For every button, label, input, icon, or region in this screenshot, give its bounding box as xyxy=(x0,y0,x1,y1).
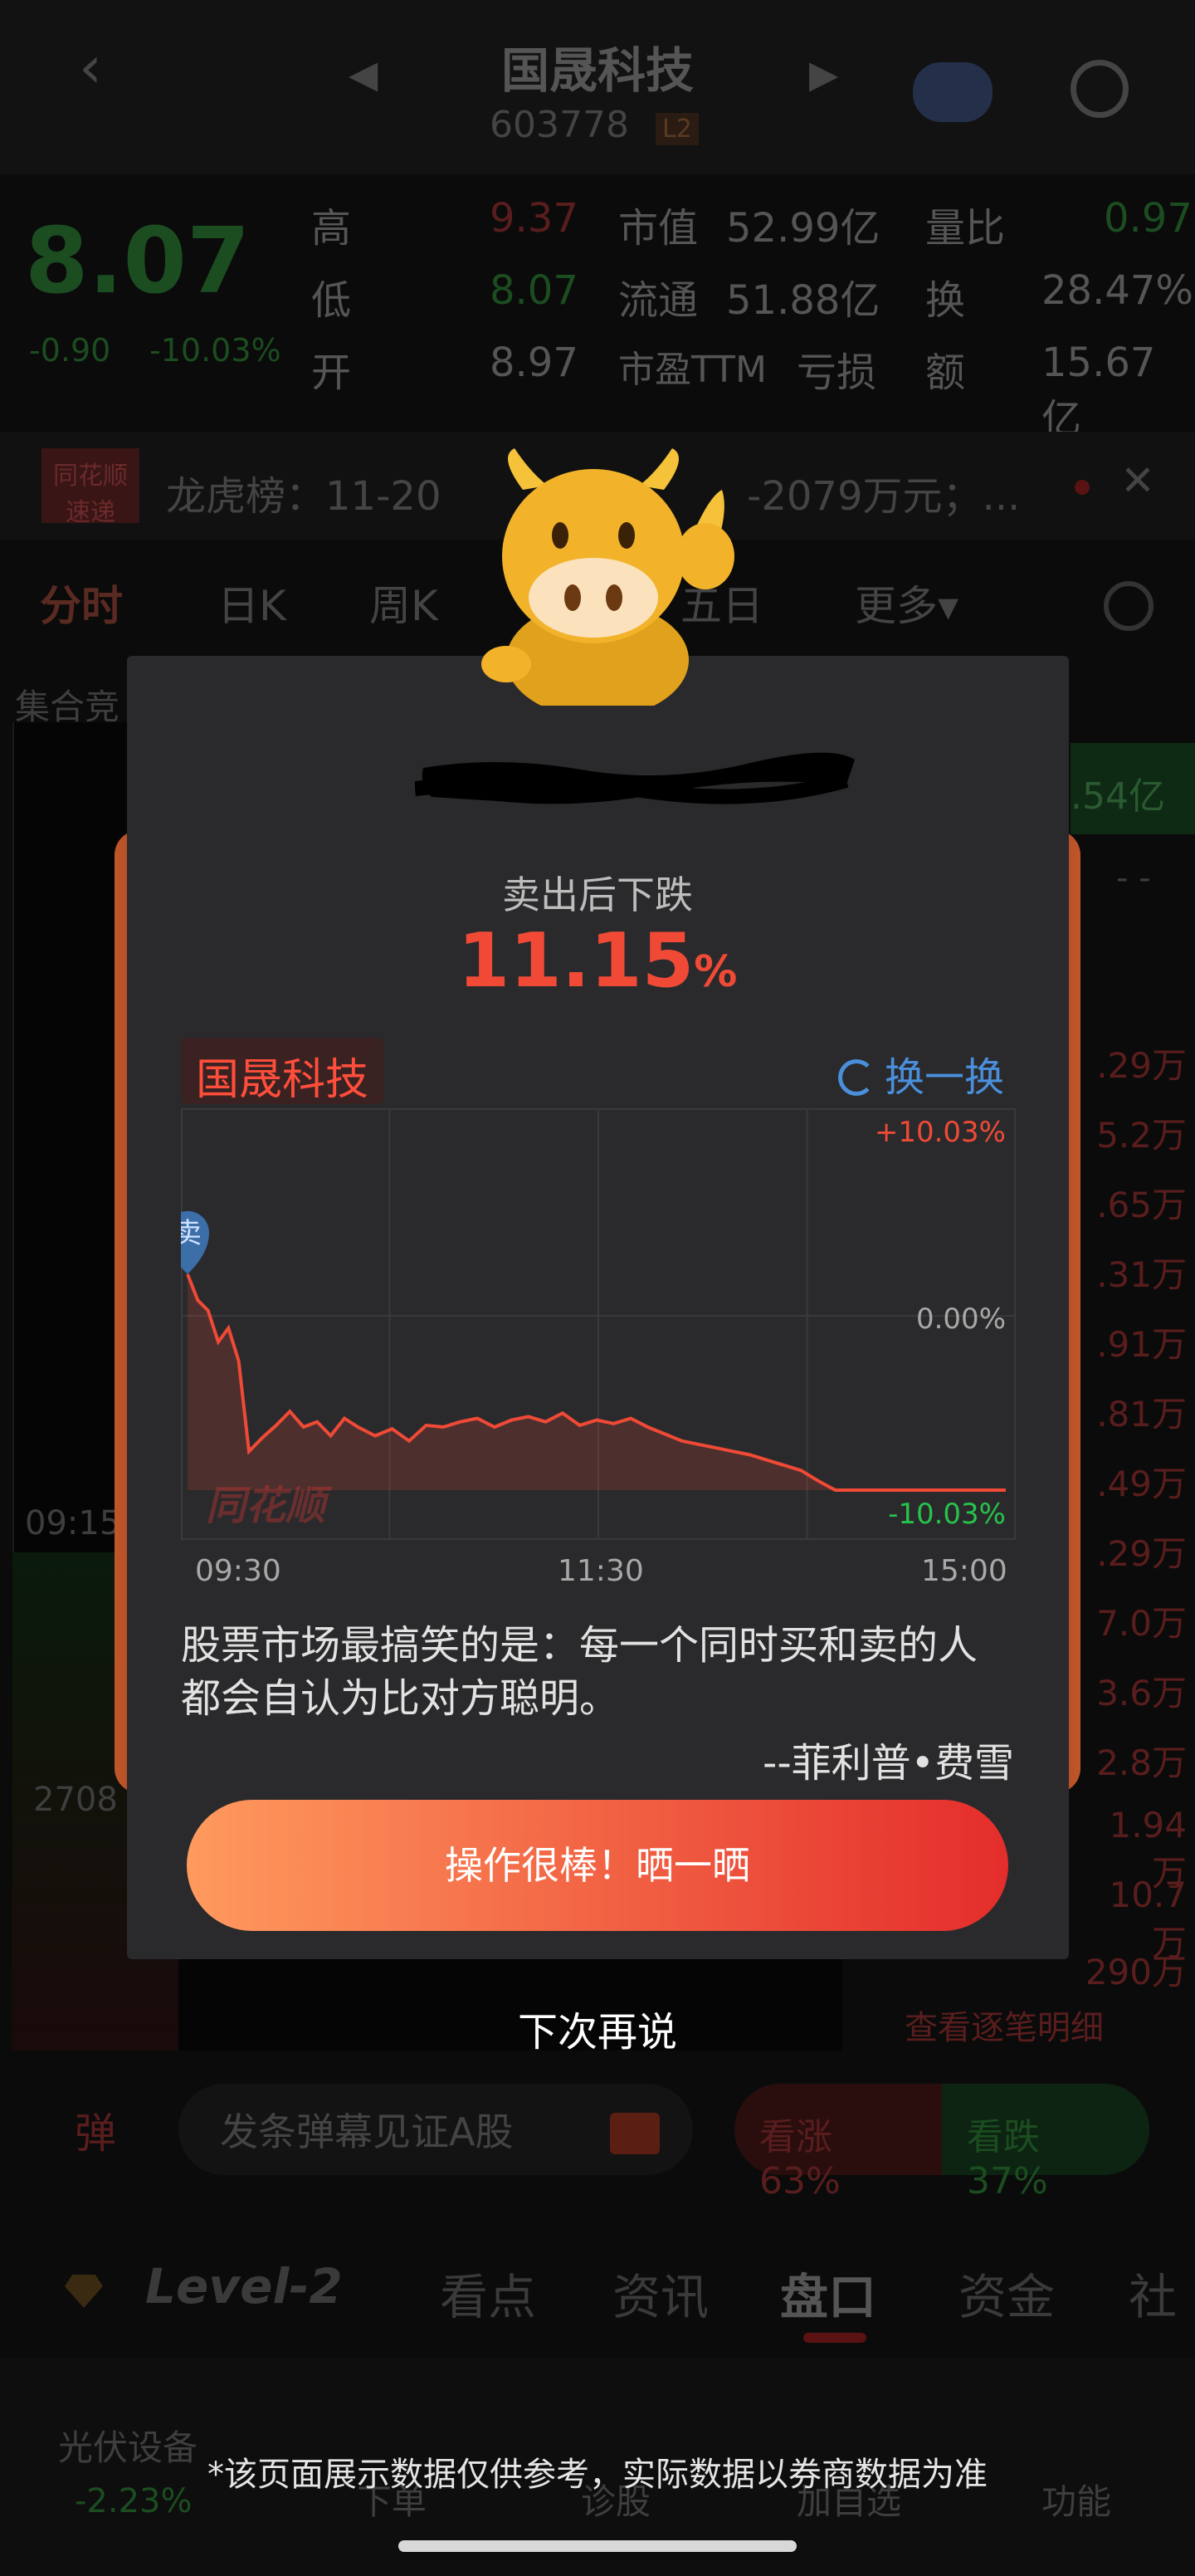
bull-mascot-icon xyxy=(481,448,734,706)
side-value: 1.94万 xyxy=(1109,1805,1187,1894)
diamond-icon xyxy=(65,2275,103,2308)
side-value: 2.8万 xyxy=(1096,1743,1187,1783)
unread-dot xyxy=(1075,480,1090,495)
sell-intraday-chart: 同花顺 卖 +10.03%0.00%-10.03% xyxy=(181,1108,1016,1540)
drop-percentage: 11.15% xyxy=(0,917,1195,1004)
open-label: 开 xyxy=(311,349,352,396)
tab-intraday[interactable]: 分时 xyxy=(40,573,123,633)
stock-code: 603778 xyxy=(490,104,629,146)
x-tick-label: 15:00 xyxy=(921,1554,1007,1588)
quote-summary: 8.07 -0.90 -10.03% 高 9.37 市值 52.99亿 量比 0… xyxy=(0,183,1195,442)
side-value: 10.7万 xyxy=(1109,1875,1187,1963)
trade-volume-column: .29万 5.2万 .65万 .31万 .91万 .81万 .49万 .29万 … xyxy=(1079,1038,1195,2014)
float-value: 51.88亿 xyxy=(726,277,880,324)
mktcap-label: 市值 xyxy=(618,205,699,252)
back-arrow-icon[interactable]: ‹ xyxy=(79,33,102,101)
quote-author: --菲利普•费雪 xyxy=(763,1740,1014,1787)
x-tick-label: 11:30 xyxy=(558,1554,644,1588)
side-value: .49万 xyxy=(1096,1464,1187,1504)
price-change-pct: -10.03% xyxy=(149,332,281,369)
turnover-value: 28.47% xyxy=(1041,267,1194,314)
tab-level2[interactable]: Level-2 xyxy=(145,2258,343,2314)
y-tick-label: 0.00% xyxy=(916,1303,1006,1336)
amount-value: 15.67亿 xyxy=(1041,340,1156,442)
tab-news[interactable]: 资讯 xyxy=(612,2258,709,2328)
y-axis-labels: +10.03% 0.00% -10.03% xyxy=(875,1116,1006,1531)
side-value: .65万 xyxy=(1096,1185,1187,1225)
bottom-section-tabs: Level-2 看点 资讯 盘口 资金 社 xyxy=(0,2241,1195,2343)
y-tick-label: +10.03% xyxy=(875,1116,1006,1149)
low-value: 8.07 xyxy=(490,267,578,314)
turnover-label: 换 xyxy=(925,277,966,324)
auction-time-label: 09:15 xyxy=(25,1504,121,1542)
volratio-label: 量比 xyxy=(925,205,1006,252)
danmu-toggle-icon[interactable]: 弹 xyxy=(75,2100,116,2160)
stock-name-tag: 国晟科技 xyxy=(181,1038,384,1105)
side-value: .29万 xyxy=(1096,1045,1187,1086)
prev-stock-icon[interactable]: ◀ xyxy=(349,51,378,96)
tab-orderbook[interactable]: 盘口 xyxy=(780,2258,876,2328)
amount-label: 额 xyxy=(925,349,966,396)
side-value: .91万 xyxy=(1096,1324,1187,1365)
settings-gear-icon[interactable] xyxy=(1104,581,1154,631)
disclaimer-text: *该页面展示数据仅供参考，实际数据以券商数据为准 xyxy=(207,2456,988,2494)
high-value: 9.37 xyxy=(490,195,578,242)
pe-value: 亏损 xyxy=(797,349,877,396)
side-top-value: .54亿 xyxy=(1071,743,1195,834)
open-value: 8.97 xyxy=(490,340,578,386)
banner-text-tail: -2079万元；... xyxy=(747,473,1021,520)
stock-title: 国晟科技 xyxy=(500,42,694,99)
banner-text: 龙虎榜：11-20 xyxy=(166,473,441,520)
close-banner-icon[interactable]: ✕ xyxy=(1120,457,1155,505)
drop-percentage-value: 11.15 xyxy=(457,917,695,1004)
tab-highlights[interactable]: 看点 xyxy=(440,2258,536,2328)
x-tick-label: 09:30 xyxy=(195,1554,281,1588)
bear-vote-button[interactable]: 看跌 37% xyxy=(942,2084,1149,2202)
next-stock-icon[interactable]: ▶ xyxy=(809,51,838,96)
last-price: 8.07 xyxy=(25,208,251,314)
tab-community[interactable]: 社 xyxy=(1129,2258,1177,2328)
sell-marker: 卖 xyxy=(181,1210,209,1274)
dismiss-link[interactable]: 下次再说 xyxy=(0,1999,1195,2057)
refresh-icon xyxy=(838,1059,875,1096)
ths-express-logo: 同花顺 速递 xyxy=(41,448,139,527)
investment-quote: 股票市场最搞笑的是：每一个同时买和卖的人都会自认为比对方聪明。 xyxy=(181,1622,978,1722)
sell-marker-label: 卖 xyxy=(181,1217,202,1250)
volratio-value: 0.97 xyxy=(1104,195,1193,242)
level2-badge: L2 xyxy=(656,113,699,145)
tab-more[interactable]: 更多▾ xyxy=(855,573,958,633)
robot-assistant-icon[interactable] xyxy=(913,62,993,122)
side-value: .29万 xyxy=(1096,1533,1187,1574)
drop-percentage-unit: % xyxy=(694,947,738,997)
tab-capital[interactable]: 资金 xyxy=(958,2258,1055,2328)
side-value: 3.6万 xyxy=(1096,1673,1187,1713)
tab-daily-k[interactable]: 日K xyxy=(217,573,286,633)
gift-icon[interactable] xyxy=(610,2113,660,2154)
y-tick-label: -10.03% xyxy=(888,1498,1006,1531)
side-value: .81万 xyxy=(1096,1394,1187,1435)
price-area xyxy=(188,1273,1006,1490)
swap-label: 换一换 xyxy=(885,1054,1005,1101)
home-indicator[interactable] xyxy=(398,2540,797,2552)
redacted-username xyxy=(415,752,855,804)
price-change: -0.90 xyxy=(29,332,111,369)
tab-weekly-k[interactable]: 周K xyxy=(369,573,438,633)
side-value: 5.2万 xyxy=(1096,1115,1187,1156)
high-label: 高 xyxy=(311,205,352,252)
swap-button[interactable]: 换一换 xyxy=(838,1044,1004,1102)
share-button[interactable]: 操作很棒！晒一晒 xyxy=(187,1800,1008,1931)
bull-vote-button[interactable]: 看涨 63% xyxy=(734,2084,942,2202)
low-label: 低 xyxy=(311,277,352,324)
side-value: 7.0万 xyxy=(1096,1603,1187,1644)
active-tab-indicator xyxy=(803,2333,866,2343)
side-value: .31万 xyxy=(1096,1254,1187,1295)
top-bar: ‹ ◀ 国晟科技 603778 L2 ▶ xyxy=(0,0,1195,174)
dialog-subtitle: 卖出后下跌 xyxy=(502,873,693,917)
mktcap-value: 52.99亿 xyxy=(726,205,880,252)
search-icon[interactable] xyxy=(1071,60,1129,118)
pe-label: 市盈TTM xyxy=(618,349,767,391)
float-label: 流通 xyxy=(618,277,699,324)
